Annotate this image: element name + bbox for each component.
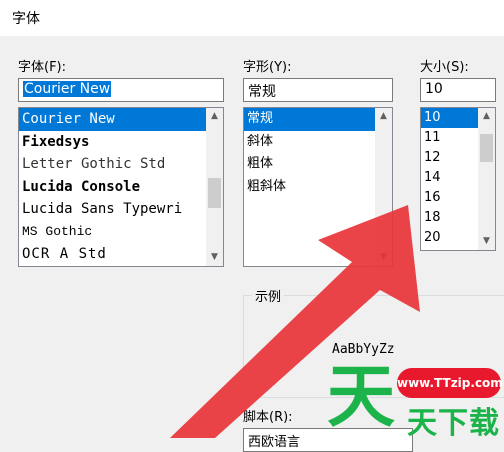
script-select[interactable]: 西欧语言 — [243, 428, 413, 452]
font-item-letter-gothic[interactable]: Letter Gothic Std — [19, 153, 223, 176]
size-scrollbar[interactable]: ▲ ▼ — [478, 108, 495, 250]
size-label: 大小(S): — [420, 60, 469, 75]
size-input[interactable]: 10 — [420, 78, 496, 102]
sample-label: 示例 — [252, 286, 285, 305]
font-name-input[interactable]: Courier New — [18, 78, 224, 102]
sample-text: AaBbYyZz — [332, 342, 395, 357]
chevron-up-icon[interactable]: ▲ — [375, 108, 392, 125]
chevron-up-icon[interactable]: ▲ — [206, 108, 223, 125]
style-scrollbar[interactable]: ▲ ▼ — [375, 108, 392, 266]
watermark-text: 天下载 — [407, 406, 500, 441]
font-item-courier-new[interactable]: Courier New — [19, 108, 223, 131]
style-item-regular[interactable]: 常规 — [244, 108, 392, 131]
style-value: 常规 — [248, 84, 276, 100]
style-item-bold[interactable]: 粗体 — [244, 153, 392, 176]
font-item-lucida-sans-typewriter[interactable]: Lucida Sans Typewri — [19, 198, 223, 221]
font-item-ocr-a-std[interactable]: OCR A Std — [19, 243, 223, 266]
style-label: 字形(Y): — [243, 60, 292, 75]
style-item-italic[interactable]: 斜体 — [244, 131, 392, 154]
font-item-fixedsys[interactable]: Fixedsys — [19, 131, 223, 154]
title-bar: 字体 — [0, 0, 504, 36]
font-item-lucida-console[interactable]: Lucida Console — [19, 176, 223, 199]
size-listbox[interactable]: 10 11 12 14 16 18 20 ▲ ▼ — [420, 107, 496, 251]
sample-group: 示例 AaBbYyZz — [243, 286, 504, 398]
style-listbox[interactable]: 常规 斜体 粗体 粗斜体 ▲ ▼ — [243, 107, 393, 267]
size-value: 10 — [425, 81, 443, 97]
font-listbox[interactable]: Courier New Fixedsys Letter Gothic Std L… — [18, 107, 224, 267]
font-name-value: Courier New — [23, 81, 112, 97]
font-label: 字体(F): — [18, 60, 67, 75]
chevron-down-icon[interactable]: ▼ — [206, 249, 223, 266]
style-input[interactable]: 常规 — [243, 78, 393, 102]
style-item-bold-italic[interactable]: 粗斜体 — [244, 176, 392, 199]
font-item-ms-gothic[interactable]: MS Gothic — [19, 221, 223, 244]
chevron-down-icon[interactable]: ▼ — [478, 233, 495, 250]
font-scrollbar[interactable]: ▲ ▼ — [206, 108, 223, 266]
script-label: 脚本(R): — [243, 410, 293, 425]
script-value: 西欧语言 — [248, 435, 301, 450]
size-scroll-thumb[interactable] — [480, 134, 493, 162]
chevron-up-icon[interactable]: ▲ — [478, 108, 495, 125]
window-title: 字体 — [12, 11, 40, 27]
chevron-down-icon[interactable]: ▼ — [375, 249, 392, 266]
font-scroll-thumb[interactable] — [208, 178, 221, 208]
